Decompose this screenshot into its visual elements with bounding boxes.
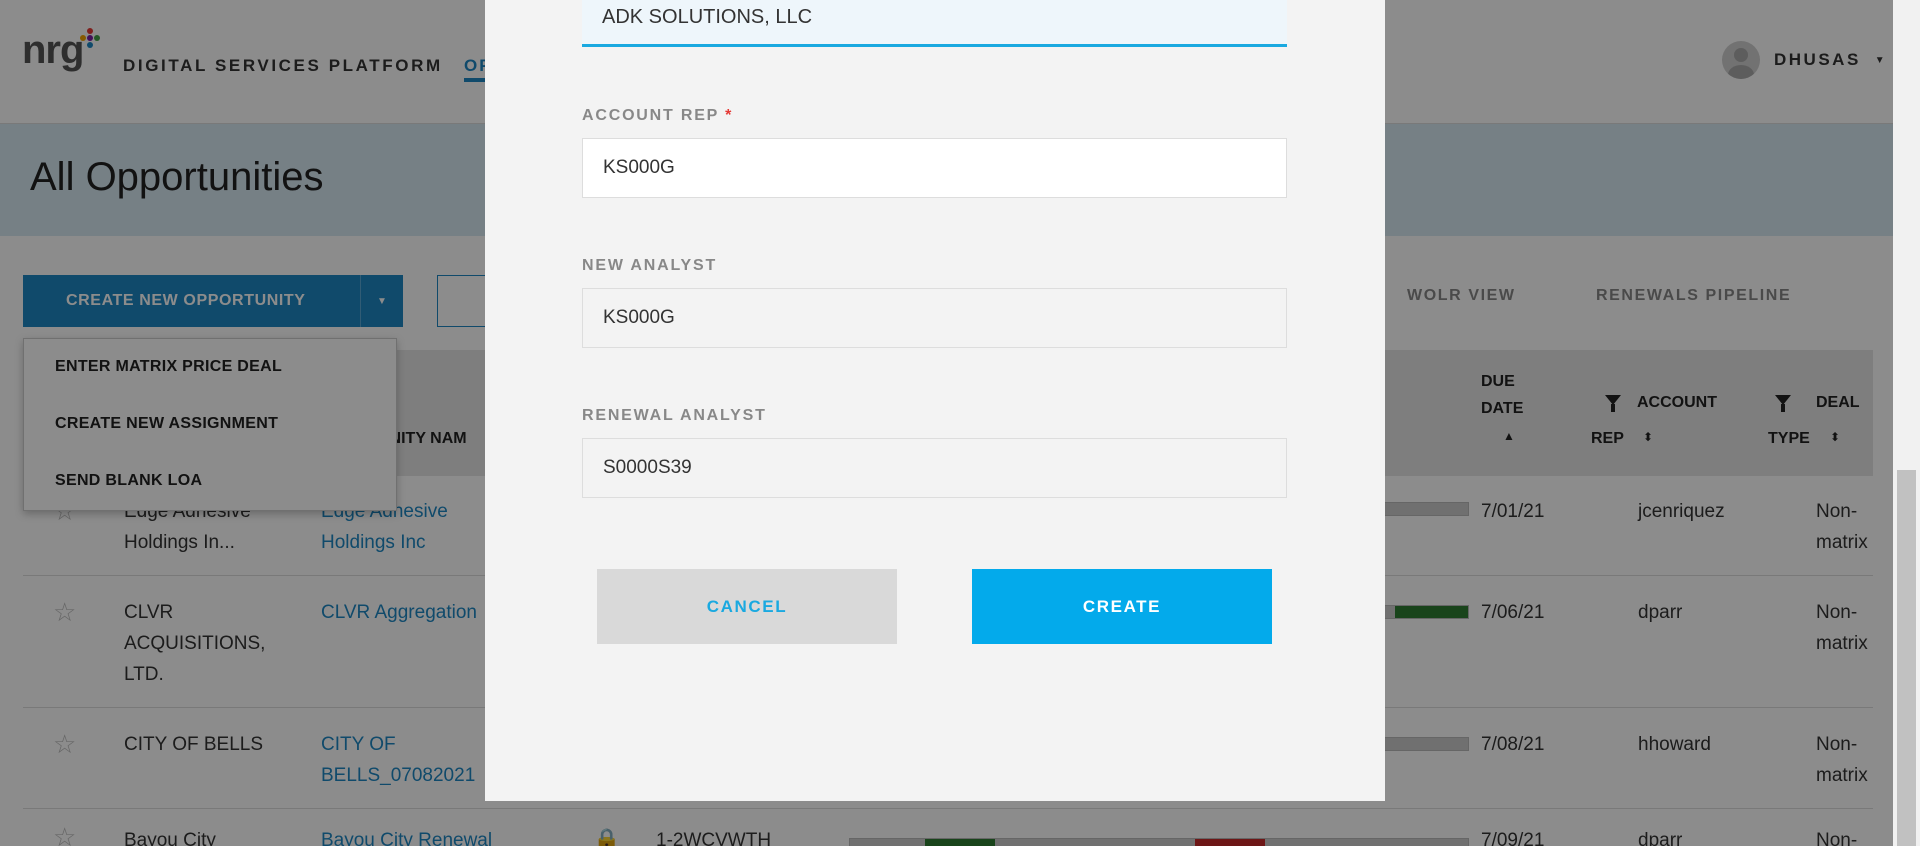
account-rep-label: ACCOUNT REP * xyxy=(582,107,733,125)
account-rep-label-text: ACCOUNT REP xyxy=(582,107,719,124)
new-analyst-input[interactable]: KS000G xyxy=(582,288,1287,348)
create-button[interactable]: CREATE xyxy=(972,569,1272,644)
account-rep-input[interactable]: KS000G xyxy=(582,138,1287,198)
required-marker: * xyxy=(725,107,734,124)
new-analyst-label: NEW ANALYST xyxy=(582,257,718,274)
create-opportunity-modal: ADK SOLUTIONS, LLC ACCOUNT REP * KS000G … xyxy=(485,0,1385,801)
scrollbar-thumb[interactable] xyxy=(1897,470,1916,846)
cancel-button[interactable]: CANCEL xyxy=(597,569,897,644)
renewal-analyst-input[interactable]: S0000S39 xyxy=(582,438,1287,498)
company-name-field[interactable]: ADK SOLUTIONS, LLC xyxy=(582,0,1287,47)
renewal-analyst-label: RENEWAL ANALYST xyxy=(582,407,767,424)
